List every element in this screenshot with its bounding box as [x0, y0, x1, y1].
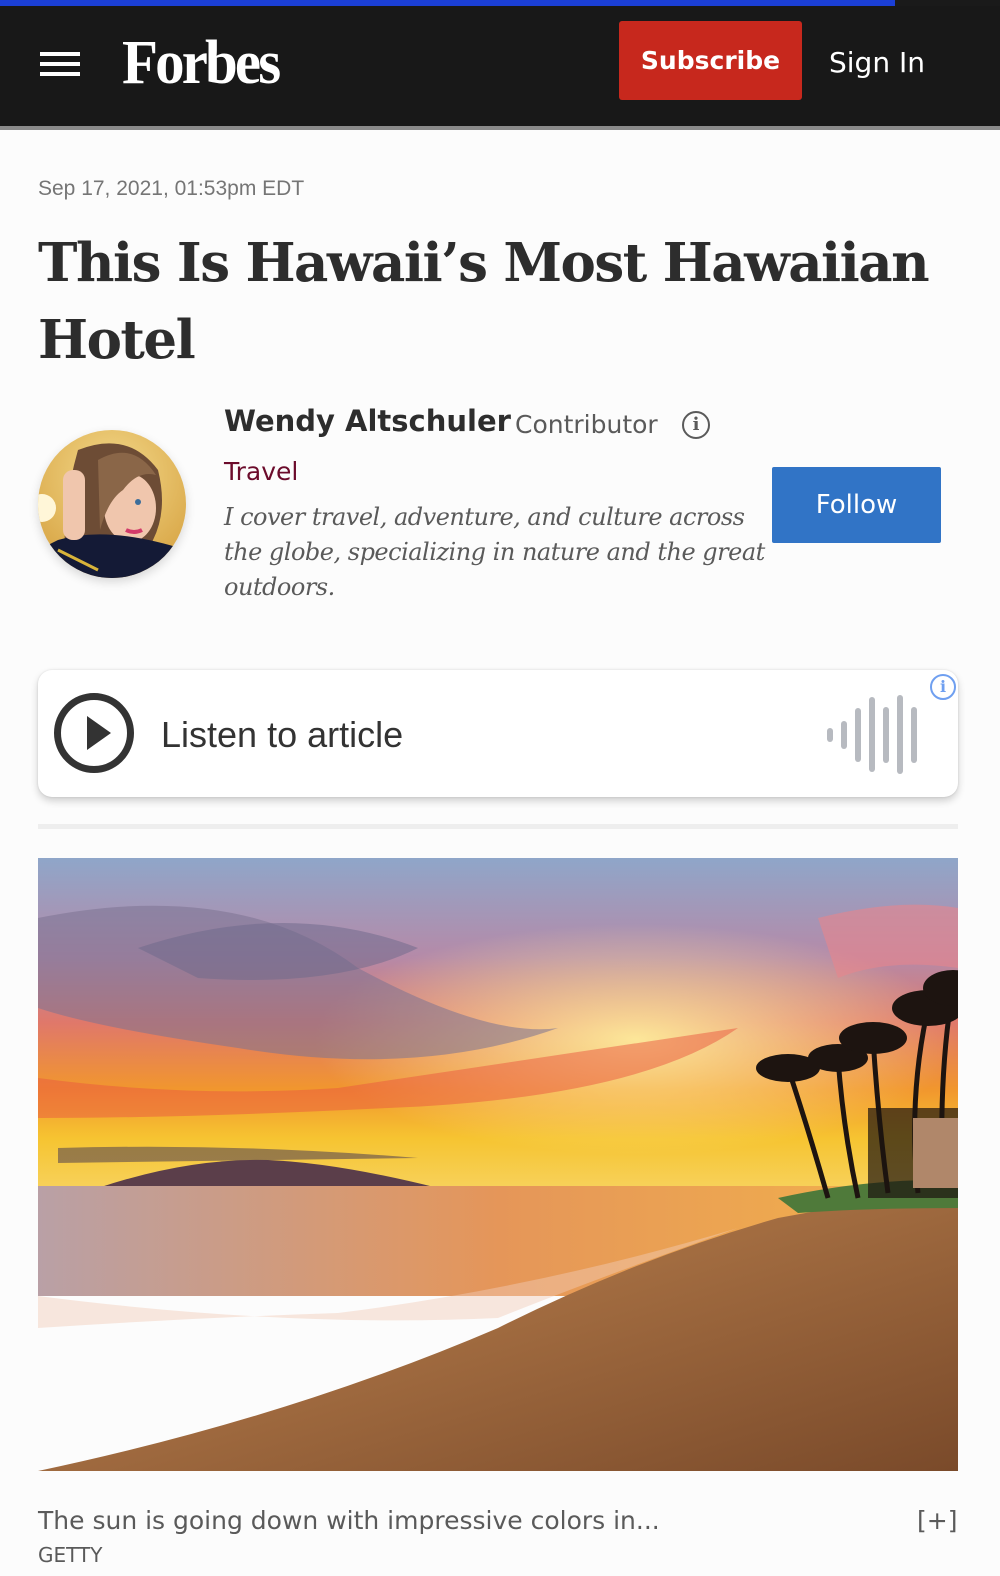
section-divider	[38, 824, 958, 829]
expand-caption-button[interactable]: [+]	[917, 1506, 957, 1535]
article-date: Sep 17, 2021, 01:53pm EDT	[38, 177, 305, 200]
author-role: Contributor	[515, 410, 658, 439]
audio-waveform-icon	[827, 695, 927, 774]
author-channel-link[interactable]: Travel	[224, 457, 298, 486]
play-icon[interactable]	[54, 693, 134, 773]
author-avatar[interactable]	[38, 430, 186, 578]
follow-button[interactable]: Follow	[772, 467, 941, 543]
listen-to-article-player[interactable]: Listen to article i	[38, 670, 958, 797]
sign-in-link[interactable]: Sign In	[829, 46, 925, 79]
article-title: This Is Hawaii’s Most Hawaiian Hotel	[38, 232, 930, 371]
listen-info-icon[interactable]: i	[930, 674, 956, 700]
author-bio: I cover travel, adventure, and culture a…	[224, 503, 765, 601]
header-divider	[0, 126, 1000, 130]
site-header: Forbes Subscribe Sign In	[0, 6, 1000, 128]
image-caption: The sun is going down with impressive co…	[38, 1506, 660, 1535]
subscribe-button[interactable]: Subscribe	[619, 21, 802, 100]
contributor-info-icon[interactable]: i	[682, 411, 710, 439]
author-name[interactable]: Wendy Altschuler	[224, 404, 511, 438]
forbes-logo[interactable]: Forbes	[122, 28, 281, 99]
hero-image[interactable]	[38, 858, 958, 1471]
listen-label: Listen to article	[161, 714, 404, 755]
menu-icon[interactable]	[40, 52, 80, 78]
image-credit: GETTY	[38, 1543, 103, 1567]
